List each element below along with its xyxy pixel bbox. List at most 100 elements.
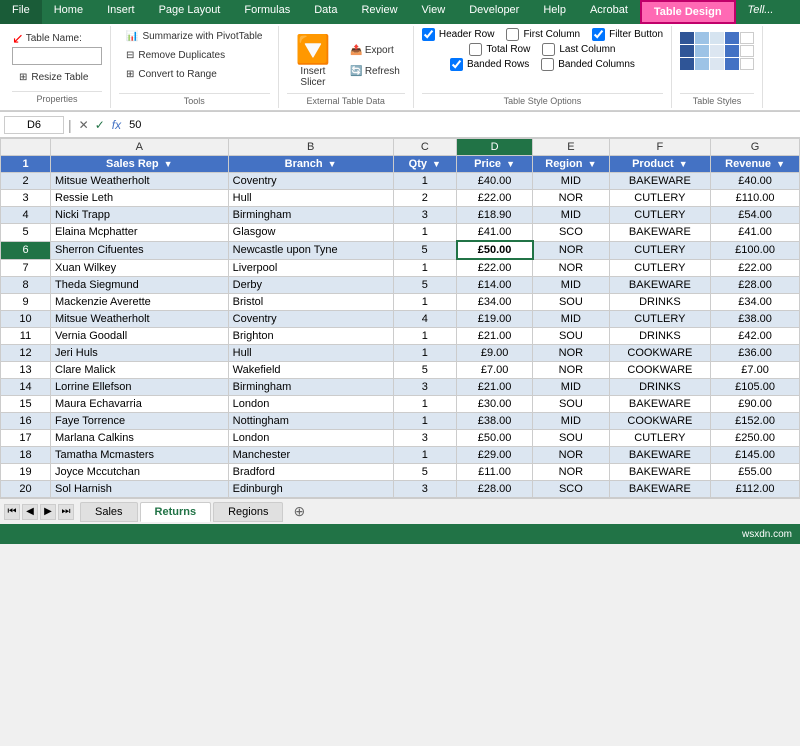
cell-7-6[interactable]: £22.00	[711, 259, 800, 277]
first-column-checkbox-label[interactable]: First Column	[506, 28, 580, 41]
cell-18-5[interactable]: BAKEWARE	[609, 447, 711, 464]
filter-button-checkbox[interactable]	[592, 28, 605, 41]
tab-formulas[interactable]: Formulas	[232, 0, 302, 24]
cell-7-2[interactable]: 1	[393, 259, 456, 277]
remove-duplicates-button[interactable]: ⊟ Remove Duplicates	[119, 47, 270, 64]
style-swatch[interactable]	[725, 58, 739, 70]
cell-11-6[interactable]: £42.00	[711, 328, 800, 345]
cell-13-4[interactable]: NOR	[533, 362, 609, 379]
tab-acrobat[interactable]: Acrobat	[578, 0, 640, 24]
header-branch[interactable]: Branch ▼	[228, 156, 393, 173]
last-sheet-button[interactable]: ⏭	[58, 504, 74, 520]
cell-17-4[interactable]: SOU	[533, 430, 609, 447]
cell-11-1[interactable]: Brighton	[228, 328, 393, 345]
cell-18-0[interactable]: Tamatha Mcmasters	[51, 447, 229, 464]
cell-17-0[interactable]: Marlana Calkins	[51, 430, 229, 447]
cell-2-0[interactable]: Mitsue Weatherholt	[51, 173, 229, 190]
cell-12-2[interactable]: 1	[393, 345, 456, 362]
cell-6-4[interactable]: NOR	[533, 241, 609, 259]
cell-15-3[interactable]: £30.00	[457, 396, 533, 413]
cell-15-0[interactable]: Maura Echavarria	[51, 396, 229, 413]
cell-6-6[interactable]: £100.00	[711, 241, 800, 259]
cell-11-0[interactable]: Vernia Goodall	[51, 328, 229, 345]
cell-5-0[interactable]: Elaina Mcphatter	[51, 224, 229, 242]
cell-19-6[interactable]: £55.00	[711, 464, 800, 481]
cell-20-2[interactable]: 3	[393, 481, 456, 498]
header-region[interactable]: Region ▼	[533, 156, 609, 173]
cell-12-1[interactable]: Hull	[228, 345, 393, 362]
cell-15-5[interactable]: BAKEWARE	[609, 396, 711, 413]
col-header-a[interactable]: A	[51, 139, 229, 156]
cell-4-2[interactable]: 3	[393, 207, 456, 224]
cell-18-4[interactable]: NOR	[533, 447, 609, 464]
header-qty[interactable]: Qty ▼	[393, 156, 456, 173]
tab-data[interactable]: Data	[302, 0, 349, 24]
prev-sheet-button[interactable]: ◀	[22, 504, 38, 520]
header-price[interactable]: Price ▼	[457, 156, 533, 173]
cell-17-6[interactable]: £250.00	[711, 430, 800, 447]
cell-7-3[interactable]: £22.00	[457, 259, 533, 277]
convert-to-range-button[interactable]: ⊞ Convert to Range	[119, 66, 270, 83]
tab-insert[interactable]: Insert	[95, 0, 147, 24]
export-button[interactable]: 📤 Export	[345, 42, 404, 59]
cell-4-5[interactable]: CUTLERY	[609, 207, 711, 224]
sheet-tab-regions[interactable]: Regions	[213, 502, 283, 522]
table-name-input[interactable]	[12, 47, 102, 65]
style-swatch[interactable]	[725, 32, 739, 44]
cell-12-6[interactable]: £36.00	[711, 345, 800, 362]
cell-9-0[interactable]: Mackenzie Averette	[51, 294, 229, 311]
cell-4-0[interactable]: Nicki Trapp	[51, 207, 229, 224]
cell-17-5[interactable]: CUTLERY	[609, 430, 711, 447]
cell-9-3[interactable]: £34.00	[457, 294, 533, 311]
tab-review[interactable]: Review	[349, 0, 409, 24]
tab-view[interactable]: View	[410, 0, 458, 24]
style-swatch[interactable]	[710, 45, 724, 57]
cell-20-5[interactable]: BAKEWARE	[609, 481, 711, 498]
cell-7-1[interactable]: Liverpool	[228, 259, 393, 277]
cell-2-5[interactable]: BAKEWARE	[609, 173, 711, 190]
cell-18-3[interactable]: £29.00	[457, 447, 533, 464]
cancel-formula-button[interactable]: ✕	[79, 118, 89, 132]
cell-11-3[interactable]: £21.00	[457, 328, 533, 345]
cell-2-2[interactable]: 1	[393, 173, 456, 190]
cell-2-3[interactable]: £40.00	[457, 173, 533, 190]
cell-10-1[interactable]: Coventry	[228, 311, 393, 328]
cell-14-2[interactable]: 3	[393, 379, 456, 396]
first-column-checkbox[interactable]	[506, 28, 519, 41]
cell-16-3[interactable]: £38.00	[457, 413, 533, 430]
cell-4-4[interactable]: MID	[533, 207, 609, 224]
tab-home[interactable]: Home	[42, 0, 95, 24]
cell-10-0[interactable]: Mitsue Weatherholt	[51, 311, 229, 328]
cell-6-2[interactable]: 5	[393, 241, 456, 259]
style-swatch[interactable]	[710, 32, 724, 44]
cell-20-6[interactable]: £112.00	[711, 481, 800, 498]
banded-columns-checkbox[interactable]	[541, 58, 554, 71]
banded-rows-checkbox-label[interactable]: Banded Rows	[450, 58, 529, 71]
style-swatch[interactable]	[695, 45, 709, 57]
cell-5-6[interactable]: £41.00	[711, 224, 800, 242]
cell-17-3[interactable]: £50.00	[457, 430, 533, 447]
next-sheet-button[interactable]: ▶	[40, 504, 56, 520]
cell-12-3[interactable]: £9.00	[457, 345, 533, 362]
cell-19-4[interactable]: NOR	[533, 464, 609, 481]
cell-14-4[interactable]: MID	[533, 379, 609, 396]
insert-slicer-button[interactable]: 🔽 InsertSlicer	[287, 28, 340, 93]
cell-14-1[interactable]: Birmingham	[228, 379, 393, 396]
cell-3-2[interactable]: 2	[393, 190, 456, 207]
cell-17-1[interactable]: London	[228, 430, 393, 447]
cell-6-3[interactable]: £50.00	[457, 241, 533, 259]
cell-9-1[interactable]: Bristol	[228, 294, 393, 311]
cell-13-5[interactable]: COOKWARE	[609, 362, 711, 379]
cell-11-4[interactable]: SOU	[533, 328, 609, 345]
cell-4-1[interactable]: Birmingham	[228, 207, 393, 224]
cell-3-4[interactable]: NOR	[533, 190, 609, 207]
cell-4-6[interactable]: £54.00	[711, 207, 800, 224]
cell-7-4[interactable]: NOR	[533, 259, 609, 277]
cell-16-1[interactable]: Nottingham	[228, 413, 393, 430]
sheet-tab-sales[interactable]: Sales	[80, 502, 138, 522]
cell-13-1[interactable]: Wakefield	[228, 362, 393, 379]
banded-rows-checkbox[interactable]	[450, 58, 463, 71]
cell-9-5[interactable]: DRINKS	[609, 294, 711, 311]
cell-15-2[interactable]: 1	[393, 396, 456, 413]
tab-help[interactable]: Help	[531, 0, 578, 24]
